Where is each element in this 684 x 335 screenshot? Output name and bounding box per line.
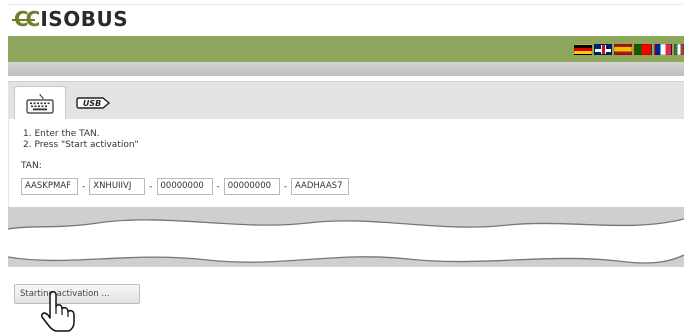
step-1: 1. Enter the TAN. bbox=[23, 129, 100, 139]
flag-pt-icon[interactable] bbox=[634, 44, 652, 55]
tab-usb[interactable]: USB bbox=[70, 86, 116, 120]
activation-panel: 1. Enter the TAN. 2. Press "Start activa… bbox=[8, 119, 684, 211]
ccisobus-logo: CC ISOBUS bbox=[11, 6, 129, 32]
logo-prefix: CC bbox=[11, 7, 40, 31]
usb-label: USB bbox=[83, 99, 101, 108]
tan-field-1[interactable]: AASKPMAF bbox=[21, 178, 78, 195]
hand-cursor-icon bbox=[41, 291, 75, 332]
tan-separator: - bbox=[216, 181, 220, 192]
tan-field-3[interactable]: 00000000 bbox=[156, 178, 213, 195]
flag-de-icon[interactable] bbox=[574, 44, 592, 55]
keyboard-icon bbox=[26, 93, 54, 114]
tan-row: AASKPMAF - XNHUIIVJ - 00000000 - 0000000… bbox=[21, 178, 349, 195]
tan-separator: - bbox=[149, 181, 153, 192]
tan-label: TAN: bbox=[21, 161, 42, 171]
flag-gb-icon[interactable] bbox=[594, 44, 612, 55]
usb-icon: USB bbox=[76, 97, 111, 109]
flag-es-icon[interactable] bbox=[614, 44, 632, 55]
nav-bar bbox=[8, 62, 684, 76]
break-band-top bbox=[8, 207, 684, 229]
tan-field-4[interactable]: 00000000 bbox=[223, 178, 280, 195]
header-bar bbox=[8, 36, 684, 62]
tan-field-5[interactable]: AADHAAS7 bbox=[291, 178, 349, 195]
tan-separator: - bbox=[283, 181, 287, 192]
logo-word: ISOBUS bbox=[40, 7, 129, 31]
top-divider bbox=[8, 4, 684, 5]
tan-separator: - bbox=[82, 181, 86, 192]
language-selector bbox=[574, 44, 684, 55]
content-break bbox=[8, 205, 684, 280]
step-2: 2. Press "Start activation" bbox=[23, 140, 139, 150]
tan-field-2[interactable]: XNHUIIVJ bbox=[89, 178, 146, 195]
tab-keyboard[interactable] bbox=[14, 86, 66, 120]
flag-fr-icon[interactable] bbox=[654, 44, 672, 55]
flag-it-icon[interactable] bbox=[674, 44, 684, 55]
tab-strip: USB bbox=[8, 81, 684, 120]
instructions: 1. Enter the TAN. 2. Press "Start activa… bbox=[23, 129, 139, 151]
